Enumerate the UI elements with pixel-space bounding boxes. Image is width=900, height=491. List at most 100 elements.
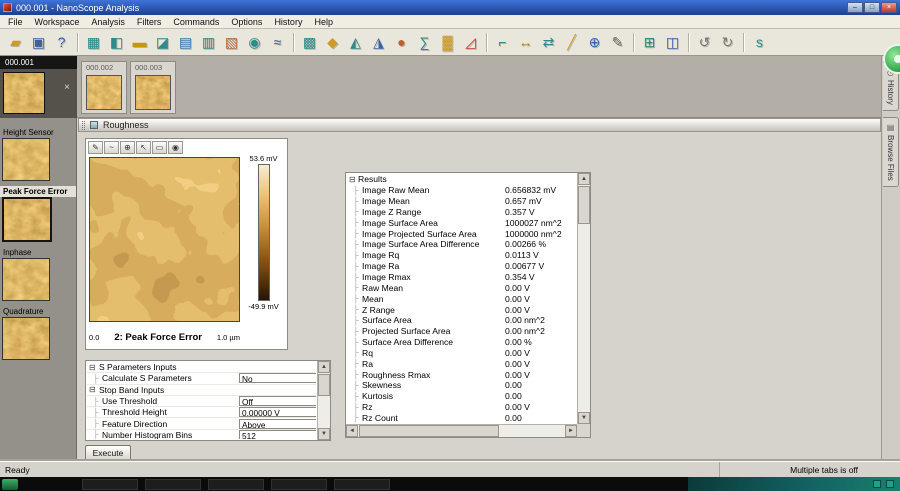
collapse-icon[interactable]: ⊟ [349, 175, 358, 184]
multi-channel-icon[interactable]: ▦ [82, 31, 105, 54]
open-file-icon[interactable]: ▰ [4, 31, 27, 54]
psd-icon[interactable]: ∑ [413, 31, 436, 54]
taskbar-window-button[interactable] [145, 478, 201, 490]
results-header-row[interactable]: ⊟ Results [347, 174, 576, 185]
roughness-icon[interactable]: ▓ [436, 31, 459, 54]
active-document-tab[interactable]: 000.001 × [0, 56, 77, 118]
scroll-up-icon[interactable]: ▲ [318, 361, 330, 373]
taskbar-window-button[interactable] [82, 478, 138, 490]
result-row[interactable]: ├ Z Range 0.00 V [347, 304, 576, 315]
result-row[interactable]: ├ Rq 0.00 V [347, 348, 576, 359]
tray-icon[interactable] [873, 480, 881, 488]
scrollbar-thumb[interactable] [318, 374, 330, 396]
input-value-box[interactable]: Above [239, 418, 316, 429]
input-value-box[interactable]: 0.00000 V [239, 407, 316, 417]
result-row[interactable]: ├ Surface Area Difference 0.00 % [347, 337, 576, 348]
help-icon[interactable]: ? [50, 31, 73, 54]
scrollbar-thumb[interactable] [578, 186, 590, 224]
menu-item-history[interactable]: History [268, 16, 308, 28]
lowpass-icon[interactable]: ▤ [174, 31, 197, 54]
input-row[interactable]: ├ Feature Direction Above [87, 418, 316, 430]
menu-item-options[interactable]: Options [225, 16, 268, 28]
gaussian-icon[interactable]: ◉ [243, 31, 266, 54]
scrollbar-thumb[interactable] [359, 425, 499, 437]
menu-item-filters[interactable]: Filters [131, 16, 168, 28]
scroll-down-icon[interactable]: ▼ [578, 412, 590, 424]
menu-item-analysis[interactable]: Analysis [85, 16, 131, 28]
width-icon[interactable]: ↔ [514, 31, 537, 54]
script-icon[interactable]: s [748, 31, 771, 54]
result-row[interactable]: ├ Image Surface Area 1000027 nm^2 [347, 217, 576, 228]
inputs-vertical-scrollbar[interactable]: ▲ ▼ [317, 361, 330, 440]
3d-image-icon[interactable]: ◆ [321, 31, 344, 54]
document-tab-000.002[interactable]: 000.002 [81, 61, 127, 114]
collapse-icon[interactable]: ⊟ [89, 363, 98, 372]
results-horizontal-scrollbar[interactable]: ◄ ► [346, 424, 577, 437]
draw-tool-icon[interactable]: ✎ [88, 141, 103, 154]
result-row[interactable]: ├ Image Rq 0.0113 V [347, 250, 576, 261]
menu-item-commands[interactable]: Commands [167, 16, 225, 28]
menu-item-help[interactable]: Help [308, 16, 339, 28]
channel-inphase[interactable]: Inphase [0, 247, 76, 301]
afm-image[interactable] [89, 157, 240, 322]
scroll-down-icon[interactable]: ▼ [318, 428, 330, 440]
grid-icon[interactable]: ⊞ [638, 31, 661, 54]
result-row[interactable]: ├ Image Raw Mean 0.656832 mV [347, 185, 576, 196]
input-row[interactable]: ├ Number Histogram Bins 512 [87, 429, 316, 439]
menu-item-file[interactable]: File [2, 16, 29, 28]
result-row[interactable]: ├ Surface Area 0.00 nm^2 [347, 315, 576, 326]
maximize-button[interactable]: □ [864, 2, 880, 13]
input-value-box[interactable]: 512 [239, 429, 316, 439]
taskbar-window-button[interactable] [334, 478, 390, 490]
taskbar-window-button[interactable] [208, 478, 264, 490]
clean-image-icon[interactable]: ▩ [298, 31, 321, 54]
document-tab-000.003[interactable]: 000.003 [130, 61, 176, 114]
taskbar-window-button[interactable] [271, 478, 327, 490]
region-tool-icon[interactable]: ▭ [152, 141, 167, 154]
annotate-icon[interactable]: ✎ [606, 31, 629, 54]
execute-button[interactable]: Execute [85, 445, 131, 461]
result-row[interactable]: ├ Image Mean 0.657 mV [347, 196, 576, 207]
particle-icon[interactable]: ● [390, 31, 413, 54]
scroll-right-icon[interactable]: ► [565, 425, 577, 437]
threshold-tool-icon[interactable]: ◉ [168, 141, 183, 154]
select-tool-icon[interactable]: ↖ [136, 141, 151, 154]
result-row[interactable]: ├ Mean 0.00 V [347, 293, 576, 304]
erase-icon[interactable]: ▧ [220, 31, 243, 54]
input-value-box[interactable]: Off [239, 396, 316, 406]
crop-split-icon[interactable]: ◧ [105, 31, 128, 54]
rail-tab-browse-files[interactable]: ▤ Browse Files [883, 116, 899, 187]
median-icon[interactable]: ▥ [197, 31, 220, 54]
section-icon[interactable]: ◿ [459, 31, 482, 54]
input-group-header[interactable]: ⊟ Stop Band Inputs [87, 385, 316, 396]
channel-height-sensor[interactable]: Height Sensor [0, 127, 76, 181]
scroll-up-icon[interactable]: ▲ [578, 173, 590, 185]
result-row[interactable]: ├ Image Surface Area Difference 0.00266 % [347, 239, 576, 250]
flatten-icon[interactable]: ▬ [128, 31, 151, 54]
zoom-icon[interactable]: ⊕ [583, 31, 606, 54]
close-document-icon[interactable]: × [64, 83, 70, 93]
input-value-box[interactable]: No [239, 373, 316, 384]
layout-icon[interactable]: ◫ [661, 31, 684, 54]
result-row[interactable]: ├ Skewness 0.00 [347, 380, 576, 391]
step-icon[interactable]: ⌐ [491, 31, 514, 54]
plane-fit-icon[interactable]: ◪ [151, 31, 174, 54]
result-row[interactable]: ├ Raw Mean 0.00 V [347, 282, 576, 293]
result-row[interactable]: ├ Rz 0.00 V [347, 402, 576, 413]
result-row[interactable]: ├ Ra 0.00 V [347, 358, 576, 369]
measure-icon[interactable]: ╱ [560, 31, 583, 54]
channel-quadrature[interactable]: Quadrature [0, 306, 76, 360]
result-row[interactable]: ├ Image Rmax 0.354 V [347, 272, 576, 283]
undo-icon[interactable]: ↺ [693, 31, 716, 54]
profile-tool-icon[interactable]: ~ [104, 141, 119, 154]
scroll-left-icon[interactable]: ◄ [346, 425, 358, 437]
close-button[interactable]: × [881, 2, 897, 13]
result-row[interactable]: ├ Image Ra 0.00677 V [347, 261, 576, 272]
title-bar[interactable]: 000.001 - NanoScope Analysis – □ × [0, 0, 900, 15]
active-document-thumbnail[interactable] [3, 72, 45, 114]
result-row[interactable]: ├ Roughness Rmax 0.00 V [347, 369, 576, 380]
spectrum-icon[interactable]: ≈ [266, 31, 289, 54]
start-button[interactable] [2, 478, 18, 490]
input-row[interactable]: ├ Threshold Height 0.00000 V [87, 407, 316, 419]
save-icon[interactable]: ▣ [27, 31, 50, 54]
